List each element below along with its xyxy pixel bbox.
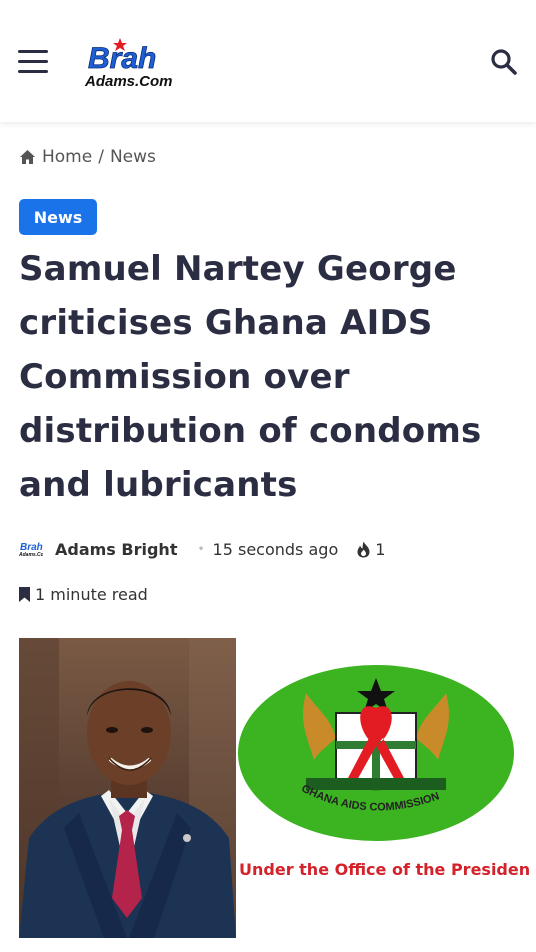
svg-text:Brah: Brah xyxy=(88,42,156,75)
svg-text:Adams.Com: Adams.Com xyxy=(84,73,173,90)
category-badge[interactable]: News xyxy=(19,199,97,235)
breadcrumb: Home / News xyxy=(19,144,156,170)
aids-commission-logo-panel: GHANA AIDS COMMISSION Under the Office o… xyxy=(236,638,531,938)
meta-separator-dot: • xyxy=(197,542,205,556)
portrait-photo xyxy=(19,638,236,938)
office-caption: Under the Office of the Presiden xyxy=(239,860,531,879)
site-logo[interactable]: Brah Adams.Com xyxy=(84,34,174,92)
fire-icon xyxy=(357,541,370,557)
featured-image: GHANA AIDS COMMISSION Under the Office o… xyxy=(19,638,531,938)
home-icon xyxy=(20,150,35,164)
site-header: Brah Adams.Com xyxy=(0,0,536,122)
search-icon[interactable] xyxy=(490,48,518,76)
bookmark-icon xyxy=(19,586,30,602)
breadcrumb-home-link[interactable]: Home xyxy=(42,147,92,167)
hamburger-menu-icon[interactable] xyxy=(18,50,48,74)
post-time: 15 seconds ago xyxy=(212,539,339,559)
view-count: 1 xyxy=(375,539,386,559)
breadcrumb-separator: / xyxy=(98,147,104,167)
svg-text:Adams.Com: Adams.Com xyxy=(19,552,43,558)
author-name-link[interactable]: Adams Bright xyxy=(55,540,177,559)
article-meta: Brah Adams.Com Adams Bright • 15 seconds… xyxy=(19,536,385,562)
reading-time: 1 minute read xyxy=(19,582,148,606)
aids-commission-emblem: GHANA AIDS COMMISSION xyxy=(238,665,514,841)
author-avatar[interactable]: Brah Adams.Com xyxy=(19,540,43,558)
breadcrumb-current-link[interactable]: News xyxy=(110,147,156,167)
article-title: Samuel Nartey George criticises Ghana AI… xyxy=(19,249,482,505)
reading-time-label: 1 minute read xyxy=(35,584,148,604)
